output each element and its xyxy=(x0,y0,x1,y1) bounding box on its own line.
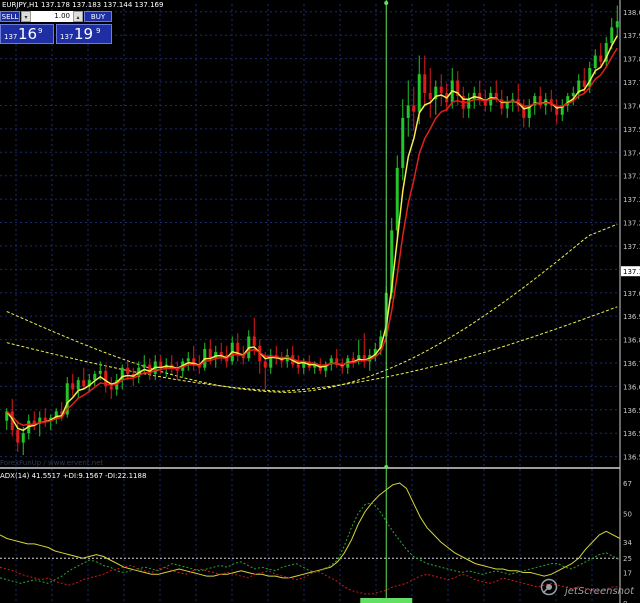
candle-body xyxy=(109,386,113,390)
candle-body xyxy=(593,55,597,68)
candle-body xyxy=(571,92,575,97)
candle-body xyxy=(263,361,267,368)
price-tick-label: 136.6 xyxy=(623,383,640,391)
lot-decrease-button[interactable]: ▾ xyxy=(21,11,31,22)
candle-body xyxy=(16,430,20,443)
adx-tick-label: 25 xyxy=(623,555,632,563)
price-tick-label: 137.4 xyxy=(623,149,640,157)
adx-tick-label: 50 xyxy=(623,510,632,518)
candle-body xyxy=(208,348,212,359)
sell-button[interactable]: SELL xyxy=(0,11,20,22)
bid-price-prefix: 137 xyxy=(4,33,18,41)
price-tick-label: 136.8 xyxy=(623,337,640,345)
candle-body xyxy=(439,86,443,93)
candle-body xyxy=(252,336,256,346)
price-tick-label: 138.0 xyxy=(623,9,640,17)
price-tick-label: 136.7 xyxy=(623,360,640,368)
candle-body xyxy=(417,74,421,112)
ask-price-quote[interactable]: 137 19 9 xyxy=(56,24,112,44)
adx-tick-label: 17 xyxy=(623,570,632,578)
price-tick-label: 137.3 xyxy=(623,196,640,204)
adx-tick-label: 67 xyxy=(623,480,632,488)
lot-size-input[interactable]: 1.00 xyxy=(31,11,73,22)
price-tick-label: 137.5 xyxy=(623,126,640,134)
price-tick-label: 137.0 xyxy=(623,290,640,298)
bid-price-fraction: 9 xyxy=(38,27,43,35)
candle-body xyxy=(505,102,509,109)
price-tick-label: 137.6 xyxy=(623,102,640,110)
candle-body xyxy=(412,105,416,112)
one-click-trade-panel: SELL ▾ 1.00 ▴ BUY 137 16 9 137 19 9 xyxy=(0,11,112,44)
adx-indicator-label: ADX(14) 41.5517 +DI:9.1567 -DI:22.1188 xyxy=(0,472,147,480)
candle-body xyxy=(21,433,25,443)
candle-body xyxy=(406,105,410,118)
candle-body xyxy=(428,92,432,100)
candle-body xyxy=(395,167,399,231)
price-tick-label: 137.2 xyxy=(623,220,640,228)
chart-background xyxy=(0,0,640,603)
price-tick-label: 137.9 xyxy=(623,32,640,40)
price-tick-label: 137.7 xyxy=(623,79,640,87)
jetscreenshot-brand: jetScreenshot xyxy=(565,586,635,597)
candle-body xyxy=(76,380,80,390)
candle-body xyxy=(296,364,300,368)
adx-tick-label: 34 xyxy=(623,539,632,547)
candle-body xyxy=(401,117,405,168)
ask-price-fraction: 9 xyxy=(96,27,101,35)
price-tick-label: 136.5 xyxy=(623,430,640,438)
candle-body xyxy=(82,380,86,387)
candle-body xyxy=(98,370,102,374)
price-tick-label: 136.9 xyxy=(623,313,640,321)
bid-price-pips: 16 xyxy=(18,25,38,43)
ask-price-prefix: 137 xyxy=(60,33,74,41)
cursor-top-marker xyxy=(384,1,389,5)
bid-price-quote[interactable]: 137 16 9 xyxy=(0,24,54,44)
buy-button[interactable]: BUY xyxy=(84,11,112,22)
candle-body xyxy=(126,367,130,374)
candle-body xyxy=(610,27,614,44)
price-tick-label: 137.3 xyxy=(623,173,640,181)
chart-canvas: 138.0 137.9 137.8 137.7 137.6 137.5 137.4 137.3… xyxy=(0,0,640,603)
cursor-separator-marker xyxy=(384,465,389,469)
ask-price-pips: 19 xyxy=(74,25,94,43)
candle-body xyxy=(219,352,223,356)
candle-body xyxy=(186,358,190,362)
candle-body xyxy=(582,80,586,87)
lot-increase-button[interactable]: ▴ xyxy=(73,11,83,22)
price-tick-label: 137.8 xyxy=(623,56,640,64)
candle-body xyxy=(43,417,47,421)
candle-body xyxy=(599,55,603,62)
jetscreenshot-logo-icon xyxy=(540,578,558,596)
cursor-time-marker xyxy=(360,598,413,603)
symbol-ohlc-readout: EURJPY,H1 137.178 137.183 137.144 137.16… xyxy=(2,1,164,9)
candle-body xyxy=(615,21,619,28)
price-tick-label: 137.1 xyxy=(623,243,640,251)
current-price-label: 137.1 xyxy=(623,268,640,276)
candle-body xyxy=(71,383,75,390)
candle-body xyxy=(423,74,427,93)
price-tick-label: 136.5 xyxy=(623,407,640,415)
price-tick-label: 136.5 xyxy=(623,454,640,462)
chart-watermark: ForexFunUp / www.ervent.net xyxy=(0,459,104,467)
candle-body xyxy=(142,364,146,368)
